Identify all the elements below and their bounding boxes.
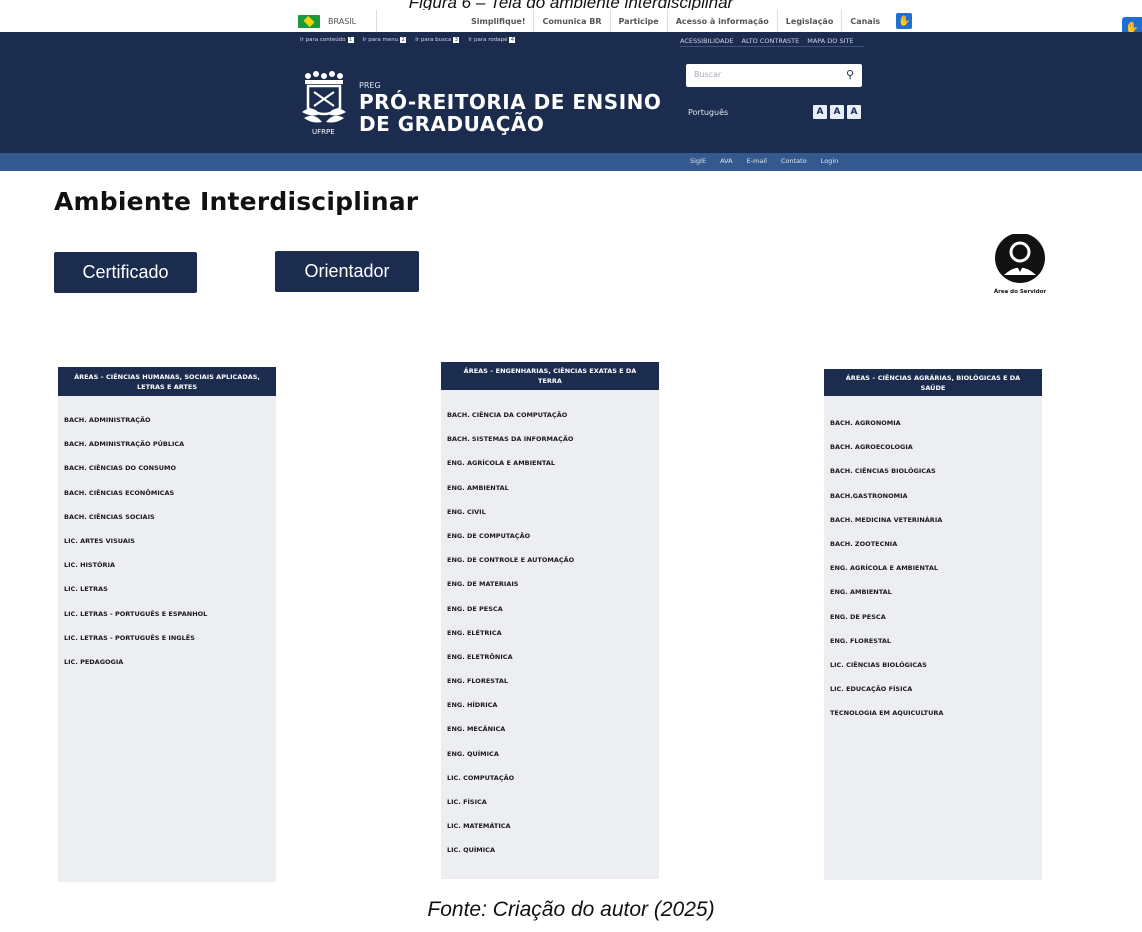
header-top-links: ACESSIBILIDADE ALTO CONTRASTE MAPA DO SI… <box>680 37 854 45</box>
course-link[interactable]: ENG. AMBIENTAL <box>447 476 659 500</box>
area-column-agrarias: ÁREAS – CIÊNCIAS AGRÁRIAS, BIOLÓGICAS E … <box>824 369 1042 880</box>
course-link[interactable]: ENG. DE PESCA <box>447 597 659 621</box>
course-link[interactable]: LIC. EDUCAÇÃO FÍSICA <box>830 677 1042 701</box>
course-link[interactable]: ENG. FLORESTAL <box>830 629 1042 653</box>
course-link[interactable]: BACH. CIÊNCIAS ECONÔMICAS <box>64 481 276 505</box>
course-link[interactable]: BACH. AGRONOMIA <box>830 411 1042 435</box>
course-link[interactable]: BACH. ADMINISTRAÇÃO <box>64 408 276 432</box>
course-link[interactable]: ENG. FLORESTAL <box>447 669 659 693</box>
area-heading: ÁREAS – CIÊNCIAS HUMANAS, SOCIAIS APLICA… <box>58 367 276 396</box>
course-link[interactable]: ENG. AMBIENTAL <box>830 580 1042 604</box>
orientador-button[interactable]: Orientador <box>275 251 419 292</box>
ufrpe-logo[interactable]: UFRPE <box>300 68 352 138</box>
font-increase-button[interactable]: A <box>813 105 827 119</box>
course-link[interactable]: LIC. LETRAS - PORTUGUÊS E ESPANHOL <box>64 602 276 626</box>
high-contrast-link[interactable]: ALTO CONTRASTE <box>742 37 800 45</box>
area-heading: ÁREAS – ENGENHARIAS, CIÊNCIAS EXATAS E D… <box>441 362 659 390</box>
certificado-button[interactable]: Certificado <box>54 252 197 293</box>
course-link[interactable]: BACH. CIÊNCIAS DO CONSUMO <box>64 456 276 480</box>
course-link[interactable]: ENG. HÍDRICA <box>447 693 659 717</box>
course-link[interactable]: BACH. CIÊNCIAS BIOLÓGICAS <box>830 459 1042 483</box>
gov-link-acesso[interactable]: Acesso à informação <box>668 17 777 26</box>
course-link[interactable]: ENG. MECÂNICA <box>447 717 659 741</box>
gov-brasil-link[interactable]: BRASIL <box>328 17 376 26</box>
nav-ava-link[interactable]: AVA <box>720 157 733 165</box>
course-link[interactable]: LIC. QUÍMICA <box>447 838 659 862</box>
page-title: Ambiente Interdisciplinar <box>54 187 419 216</box>
course-link[interactable]: LIC. CIÊNCIAS BIOLÓGICAS <box>830 653 1042 677</box>
brazil-flag-icon <box>298 14 320 28</box>
nav-contato-link[interactable]: Contato <box>781 157 807 165</box>
skip-to-menu-link[interactable]: Ir para menu 2 <box>363 37 407 43</box>
course-link[interactable]: TECNOLOGIA EM AQUICULTURA <box>830 701 1042 725</box>
gov-link-canais[interactable]: Canais <box>842 17 888 26</box>
course-list: BACH. ADMINISTRAÇÃO BACH. ADMINISTRAÇÃO P… <box>58 396 276 674</box>
course-link[interactable]: LIC. PEDAGOGIA <box>64 650 276 674</box>
area-column-engenharias: ÁREAS – ENGENHARIAS, CIÊNCIAS EXATAS E D… <box>441 362 659 879</box>
course-link[interactable]: LIC. HISTÓRIA <box>64 553 276 577</box>
skip-to-footer-link[interactable]: Ir para rodapé 4 <box>468 37 516 43</box>
sitemap-link[interactable]: MAPA DO SITE <box>807 37 853 45</box>
vlibras-icon[interactable]: ✋ <box>896 13 913 29</box>
accessibility-shortcuts: Ir para conteúdo 1 Ir para menu 2 Ir para … <box>300 37 516 43</box>
gov-bar: BRASIL Simplifique! Comunica BR Particip… <box>0 10 1142 32</box>
course-link[interactable]: ENG. CIVIL <box>447 500 659 524</box>
site-title[interactable]: PRÓ-REITORIA DE ENSINO DE GRADUAÇÃO <box>359 79 661 135</box>
gov-link-participe[interactable]: Participe <box>611 17 667 26</box>
nav-sigie-link[interactable]: SigIE <box>690 157 706 165</box>
course-link[interactable]: BACH. SISTEMAS DA INFORMAÇÃO <box>447 427 659 451</box>
course-link[interactable]: BACH. CIÊNCIA DA COMPUTAÇÃO <box>447 403 659 427</box>
course-link[interactable]: ENG. AGRÍCOLA E AMBIENTAL <box>447 451 659 475</box>
course-link[interactable]: LIC. ARTES VISUAIS <box>64 529 276 553</box>
area-heading: ÁREAS – CIÊNCIAS AGRÁRIAS, BIOLÓGICAS E … <box>824 369 1042 396</box>
language-selector[interactable]: Português <box>688 108 728 117</box>
course-link[interactable]: ENG. DE COMPUTAÇÃO <box>447 524 659 548</box>
font-reset-button[interactable]: A <box>830 105 844 119</box>
site-header: Ir para conteúdo 1 Ir para menu 2 Ir para … <box>0 32 1142 153</box>
course-list: BACH. CIÊNCIA DA COMPUTAÇÃO BACH. SISTEMA… <box>441 390 659 863</box>
figure-caption-bottom: Fonte: Criação do autor (2025) <box>427 898 715 921</box>
course-link[interactable]: ENG. ELÉTRICA <box>447 621 659 645</box>
nav-login-link[interactable]: Login <box>821 157 839 165</box>
gov-link-simplifique[interactable]: Simplifique! <box>463 17 533 26</box>
course-link[interactable]: ENG. DE PESCA <box>830 605 1042 629</box>
font-decrease-button[interactable]: A <box>847 105 861 119</box>
course-link[interactable]: BACH. AGROECOLOGIA <box>830 435 1042 459</box>
ufrpe-crest-icon: UFRPE <box>302 71 346 136</box>
course-link[interactable]: LIC. COMPUTAÇÃO <box>447 766 659 790</box>
course-link[interactable]: ENG. DE CONTROLE E AUTOMAÇÃO <box>447 548 659 572</box>
header-nav-bar: SigIE AVA E-mail Contato Login <box>0 153 1142 171</box>
accessibility-link[interactable]: ACESSIBILIDADE <box>680 37 734 45</box>
course-link[interactable]: LIC. FÍSICA <box>447 790 659 814</box>
course-link[interactable]: LIC. LETRAS <box>64 577 276 601</box>
course-link[interactable]: BACH.GASTRONOMIA <box>830 484 1042 508</box>
area-do-servidor-link[interactable]: Área do Servidor <box>985 233 1055 295</box>
course-link[interactable]: BACH. MEDICINA VETERINÁRIA <box>830 508 1042 532</box>
course-link[interactable]: BACH. ADMINISTRAÇÃO PÚBLICA <box>64 432 276 456</box>
user-avatar-icon <box>995 233 1045 283</box>
area-column-humanas: ÁREAS – CIÊNCIAS HUMANAS, SOCIAIS APLICA… <box>58 367 276 882</box>
font-size-buttons: A A A <box>813 105 861 119</box>
course-link[interactable]: ENG. ELETRÔNICA <box>447 645 659 669</box>
svg-text:UFRPE: UFRPE <box>312 128 335 136</box>
course-link[interactable]: ENG. DE MATERIAIS <box>447 572 659 596</box>
search-icon[interactable]: ⚲ <box>846 68 854 81</box>
course-link[interactable]: LIC. MATEMÁTICA <box>447 814 659 838</box>
course-link[interactable]: LIC. LETRAS - PORTUGUÊS E INGLÊS <box>64 626 276 650</box>
course-link[interactable]: ENG. QUÍMICA <box>447 742 659 766</box>
course-list: BACH. AGRONOMIA BACH. AGROECOLOGIA BACH. C… <box>824 396 1042 725</box>
skip-to-search-link[interactable]: Ir para busca 3 <box>415 37 460 43</box>
gov-link-legislacao[interactable]: Legislação <box>778 17 842 26</box>
nav-email-link[interactable]: E-mail <box>747 157 767 165</box>
gov-link-comunica[interactable]: Comunica BR <box>534 17 609 26</box>
skip-to-content-link[interactable]: Ir para conteúdo 1 <box>300 37 354 43</box>
search-input[interactable]: Buscar ⚲ <box>686 64 862 87</box>
course-link[interactable]: BACH. ZOOTECNIA <box>830 532 1042 556</box>
course-link[interactable]: ENG. AGRÍCOLA E AMBIENTAL <box>830 556 1042 580</box>
course-link[interactable]: BACH. CIÊNCIAS SOCIAIS <box>64 505 276 529</box>
